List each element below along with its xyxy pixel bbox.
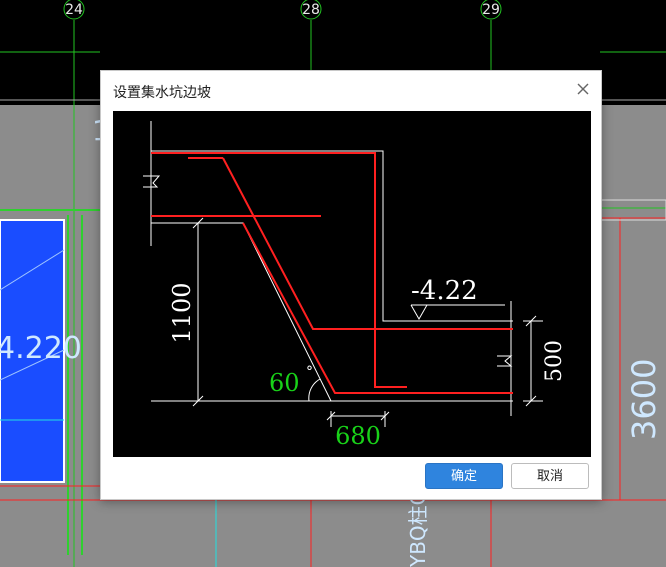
vertical-text: YBQ柱C <box>406 491 430 567</box>
axis-label-28: 28 <box>302 2 320 18</box>
elevation-text: -4.22 <box>411 276 478 306</box>
axis-label-24: 24 <box>65 2 83 18</box>
slope-diagram: -4.22 1100 500 60 ° 680 <box>113 111 591 457</box>
close-icon[interactable] <box>573 79 593 99</box>
cancel-button[interactable]: 取消 <box>511 463 589 489</box>
height-right-text: 500 <box>542 340 567 382</box>
slope-settings-dialog: 设置集水坑边坡 -4.22 1100 500 60 ° 680 确定 取消 <box>100 70 602 500</box>
bottom-width-text: 680 <box>335 422 381 450</box>
degree-mark: ° <box>306 364 313 380</box>
dialog-title: 设置集水坑边坡 <box>113 85 211 101</box>
axis-label-29: 29 <box>482 2 500 18</box>
side-dimension: 3600 <box>625 359 663 440</box>
elevation-label: 4.220 <box>0 331 82 366</box>
confirm-button[interactable]: 确定 <box>425 463 503 489</box>
height-left-text: 1100 <box>168 282 196 343</box>
angle-text: 60 <box>269 369 300 397</box>
